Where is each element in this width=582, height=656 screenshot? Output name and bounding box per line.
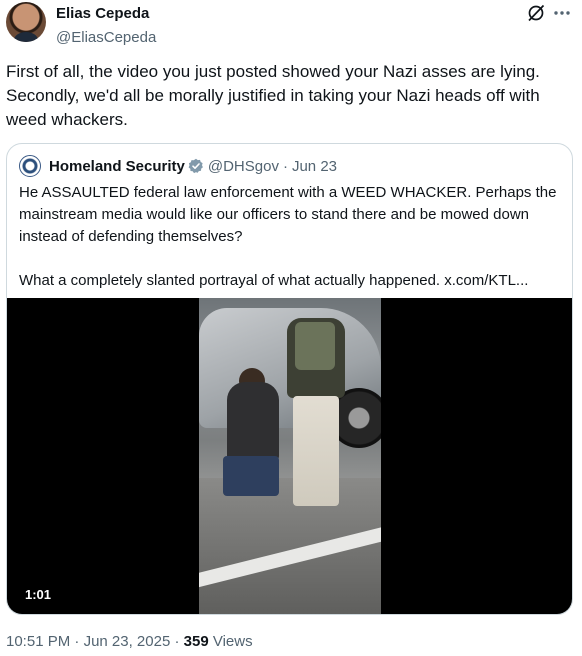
more-icon[interactable] (552, 6, 572, 20)
footer-separator: · (74, 633, 80, 650)
tweet-footer: 10:51 PM · Jun 23, 2025 · 359 Views (6, 632, 253, 652)
quote-paragraph-1: He ASSAULTED federal law enforcement wit… (19, 184, 557, 245)
video-player[interactable]: 1:01 (7, 298, 572, 614)
post-time[interactable]: 10:51 PM (6, 633, 70, 650)
grok-icon[interactable] (527, 4, 545, 22)
author-name[interactable]: Elias Cepeda (56, 5, 156, 23)
quote-text: He ASSAULTED federal law enforcement wit… (19, 182, 564, 292)
quoted-tweet[interactable]: Homeland Security @DHSgov · Jun 23 He AS… (6, 143, 573, 615)
quote-header: Homeland Security @DHSgov · Jun 23 (19, 155, 337, 177)
officer (277, 318, 347, 518)
views-label: Views (212, 633, 253, 650)
tweet-text: First of all, the video you just posted … (6, 62, 540, 129)
author-block: Elias Cepeda @EliasCepeda (56, 5, 156, 48)
post-date[interactable]: Jun 23, 2025 (84, 633, 171, 650)
kneeling-person (221, 368, 283, 498)
verified-badge-icon (188, 158, 203, 174)
quote-date[interactable]: Jun 23 (292, 158, 337, 175)
quote-separator: · (282, 157, 288, 175)
video-frame (199, 298, 381, 614)
quote-author-name: Homeland Security (49, 157, 185, 175)
quote-paragraph-2[interactable]: What a completely slanted portrayal of w… (19, 270, 564, 292)
author-handle[interactable]: @EliasCepeda (56, 28, 156, 48)
dhs-seal-icon (19, 155, 41, 177)
footer-separator-2: · (174, 633, 180, 650)
views-count: 359 (183, 633, 209, 650)
quote-handle: @DHSgov (207, 157, 279, 175)
author-avatar[interactable] (6, 2, 46, 42)
video-duration: 1:01 (19, 585, 58, 605)
